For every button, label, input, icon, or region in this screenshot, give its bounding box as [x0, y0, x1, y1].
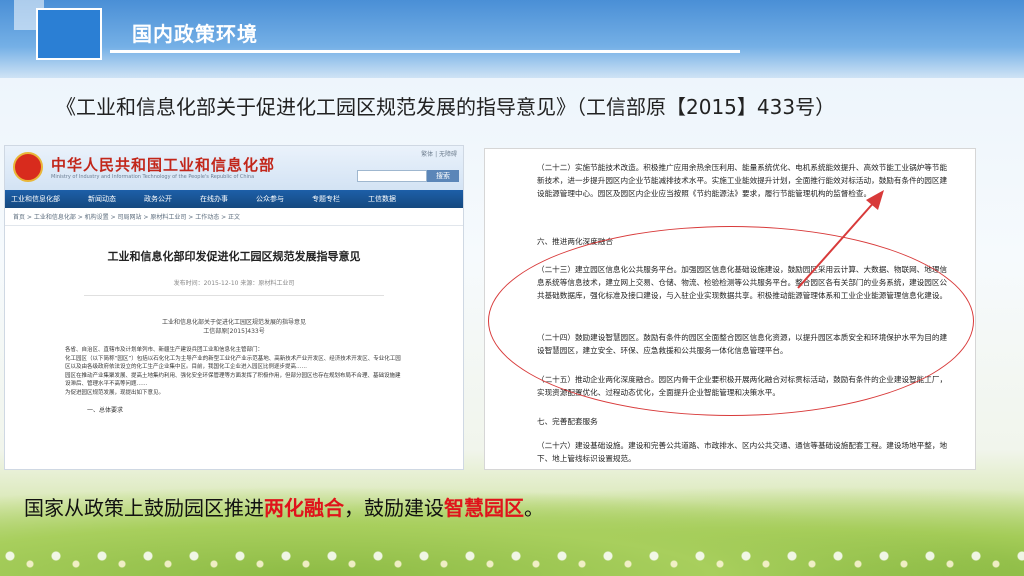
highlight-two-integration: 两化融合	[264, 496, 344, 520]
nav-item: 新闻动态	[88, 195, 116, 203]
highlight-ellipse	[488, 226, 974, 416]
ministry-name: 中华人民共和国工业和信息化部	[51, 156, 276, 174]
annotation-arrow-icon	[797, 190, 884, 289]
nav-item: 工业和信息化部	[11, 195, 60, 203]
document-section-heading: 一、总体要求	[87, 407, 124, 414]
divider	[84, 295, 384, 296]
document-subtitle-line: 工业和信息化部关于促进化工园区规范发展的指导意见	[161, 319, 306, 326]
ministry-name-en: Ministry of Industry and Information Tec…	[51, 174, 255, 180]
body-paragraph: 化工园区（以下简称“园区”）包括以石化化工为主导产业的新型工业化产业示范基地、高…	[65, 355, 401, 371]
body-paragraph: 各省、自治区、直辖市及计划单列市、新疆生产建设兵团工业和信息化主管部门：	[65, 347, 264, 353]
caption-text: ，鼓励建设	[344, 496, 444, 520]
caption-text: 。	[524, 496, 544, 520]
header-underline	[110, 50, 740, 53]
top-links: 繁体 | 无障碍	[421, 151, 457, 158]
highlight-smart-park: 智慧园区	[444, 496, 524, 520]
national-emblem-icon	[13, 152, 43, 182]
slide-header: 国内政策环境	[0, 0, 1024, 78]
site-search-input	[357, 170, 427, 182]
ministry-banner: 中华人民共和国工业和信息化部 Ministry of Industry and …	[5, 146, 463, 190]
document-number: 工信部原[2015]433号	[203, 328, 265, 335]
clause-26: （二十六）建设基础设施。建设和完善公共道路、市政排水、区内公共交通、通信等基础设…	[537, 441, 948, 463]
summary-caption: 国家从政策上鼓励园区推进两化融合，鼓励建设智慧园区。	[24, 492, 544, 521]
document-title: 工业和信息化部印发促进化工园区规范发展指导意见	[107, 250, 361, 263]
site-search-button: 搜索	[427, 170, 459, 182]
breadcrumb: 首页 > 工业和信息化部 > 机构设置 > 司局网站 > 原材料工业司 > 工作…	[5, 208, 463, 226]
nav-item: 在线办事	[200, 195, 228, 203]
nav-item: 公众参与	[256, 195, 284, 203]
ministry-webpage-screenshot: 中华人民共和国工业和信息化部 Ministry of Industry and …	[4, 145, 464, 470]
caption-text: 国家从政策上鼓励园区推进	[24, 496, 264, 520]
section-title: 国内政策环境	[132, 22, 258, 46]
section-heading-7: 七、完善配套服务	[537, 417, 598, 426]
document-body: 各省、自治区、直辖市及计划单列市、新疆生产建设兵团工业和信息化主管部门： 化工园…	[5, 336, 463, 397]
policy-headline: 《工业和信息化部关于促进化工园区规范发展的指导意见》（工信部原【2015】433…	[56, 95, 836, 119]
nav-item: 专题专栏	[312, 195, 340, 203]
corner-block-decoration	[36, 8, 102, 60]
document-subtitle: 工业和信息化部关于促进化工园区规范发展的指导意见 工信部原[2015]433号	[5, 318, 463, 336]
document-meta: 发布时间：2015-12-10 来源：原材料工业司	[173, 280, 295, 287]
nav-item: 工信数据	[368, 195, 396, 203]
nav-item: 政务公开	[144, 195, 172, 203]
flower-field	[0, 536, 1024, 576]
ministry-nav: 工业和信息化部 新闻动态 政务公开 在线办事 公众参与 专题专栏 工信数据	[5, 190, 463, 208]
body-paragraph: 为促进园区规范发展，现提出如下意见。	[65, 389, 165, 396]
body-paragraph: 园区在推动产业集聚发展、提高土地集约利用、强化安全环保管理等方面发挥了积极作用，…	[65, 372, 401, 388]
